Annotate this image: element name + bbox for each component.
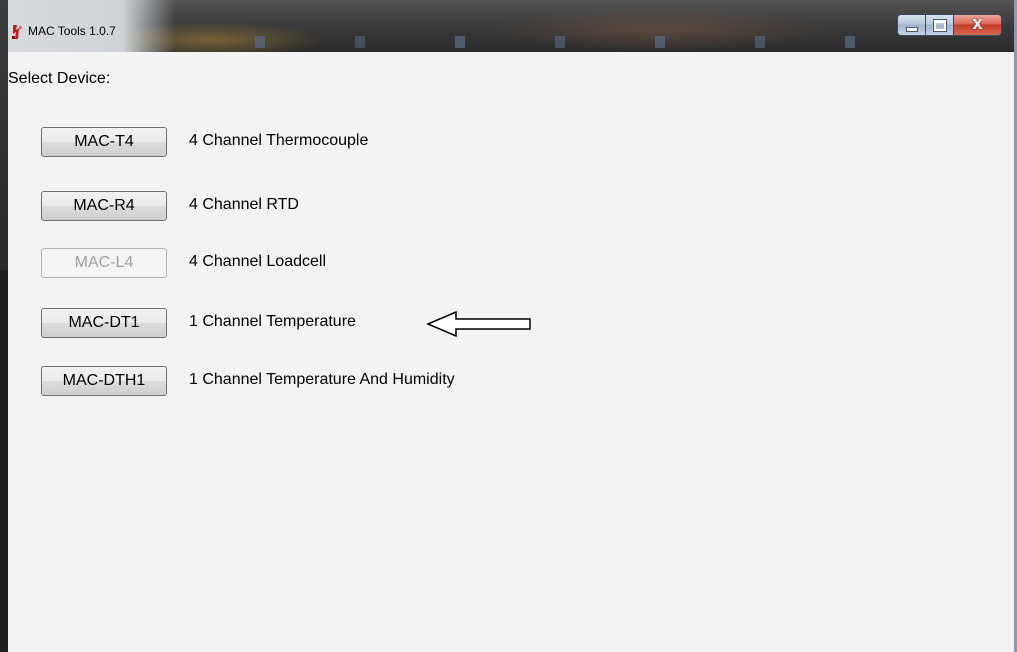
- window-controls: X: [897, 14, 1002, 36]
- window-frame-left: [0, 0, 8, 652]
- mac-r4-button[interactable]: MAC-R4: [41, 191, 167, 221]
- close-icon: X: [972, 17, 983, 33]
- app-icon[interactable]: [10, 24, 24, 40]
- device-row-mac-dth1: MAC-DTH1 1 Channel Temperature And Humid…: [41, 366, 741, 398]
- device-row-mac-r4: MAC-R4 4 Channel RTD: [41, 191, 741, 223]
- device-row-mac-dt1: MAC-DT1 1 Channel Temperature: [41, 308, 741, 340]
- mac-l4-button: MAC-L4: [41, 248, 167, 278]
- client-area: Select Device: MAC-T4 4 Channel Thermoco…: [8, 52, 1014, 652]
- device-row-mac-t4: MAC-T4 4 Channel Thermocouple: [41, 127, 741, 159]
- minimize-button[interactable]: [897, 14, 926, 36]
- device-description: 4 Channel RTD: [189, 196, 299, 213]
- device-row-mac-l4: MAC-L4 4 Channel Loadcell: [41, 248, 741, 280]
- title-bar[interactable]: MAC Tools 1.0.7 X: [0, 0, 1017, 52]
- device-description: 4 Channel Loadcell: [189, 253, 326, 270]
- left-arrow-icon: [426, 309, 532, 339]
- device-description: 1 Channel Temperature And Humidity: [189, 371, 455, 388]
- select-device-label: Select Device:: [8, 70, 111, 87]
- minimize-icon: [905, 26, 918, 32]
- app-window: MAC Tools 1.0.7 X Select Device: MAC-T4 …: [0, 0, 1017, 652]
- maximize-button[interactable]: [926, 14, 954, 36]
- mac-dt1-button[interactable]: MAC-DT1: [41, 308, 167, 338]
- device-description: 4 Channel Thermocouple: [189, 132, 369, 149]
- window-title: MAC Tools 1.0.7: [28, 24, 116, 38]
- close-button[interactable]: X: [954, 14, 1002, 36]
- mac-t4-button[interactable]: MAC-T4: [41, 127, 167, 157]
- device-description: 1 Channel Temperature: [189, 313, 356, 330]
- maximize-icon: [932, 18, 947, 32]
- mac-dth1-button[interactable]: MAC-DTH1: [41, 366, 167, 396]
